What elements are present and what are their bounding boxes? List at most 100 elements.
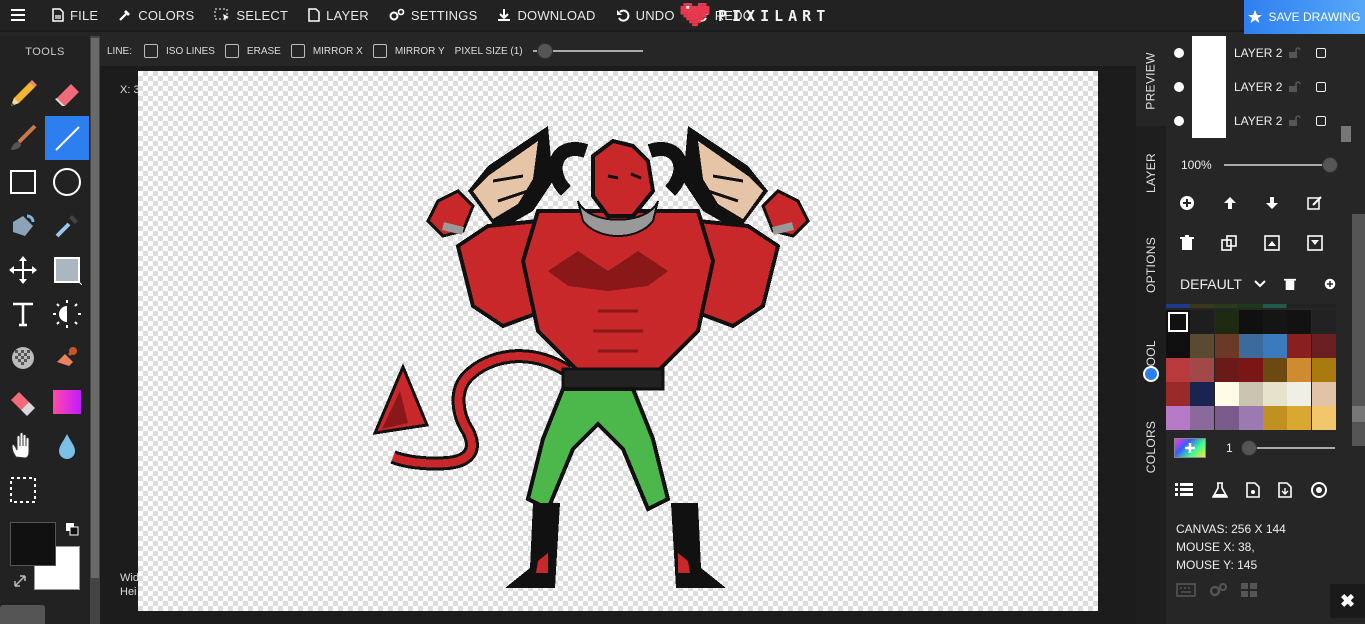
palette-swatch[interactable] [1263,334,1288,358]
menu-undo-button[interactable]: UNDO [606,0,685,31]
color-picker-tool[interactable] [45,204,89,248]
palette-swatch[interactable] [1311,406,1336,430]
hamburger-menu-button[interactable] [0,0,42,31]
palette-swatch[interactable] [1166,310,1190,334]
import-file-icon[interactable] [1246,482,1260,498]
color-replace-tool[interactable] [1,380,45,424]
brush-size-slider[interactable] [1240,440,1335,456]
brush-tool[interactable] [1,116,45,160]
palette-swatch[interactable] [1287,406,1312,430]
palette-swatch[interactable] [1166,334,1190,358]
layer-row[interactable]: LAYER 24 [1166,70,1336,104]
menu-file-button[interactable]: FILE [42,0,108,31]
palette-swatch[interactable] [1263,382,1288,406]
palette-swatch[interactable] [1238,406,1263,430]
palette-swatch[interactable] [1287,310,1312,334]
menu-select-button[interactable]: SELECT [204,0,298,31]
export-file-icon[interactable] [1278,482,1293,498]
layer-visibility-checkbox[interactable] [1316,82,1326,92]
erase-option[interactable]: ERASE [224,44,281,58]
layer-active-dot[interactable] [1174,48,1184,58]
merge-up-icon[interactable] [1263,235,1280,251]
tools-scrollbar[interactable] [90,36,100,624]
pixilart-logo[interactable]: PIXILART [680,0,830,32]
palette-swatch[interactable] [1287,358,1312,382]
merge-down-icon[interactable] [1306,235,1323,251]
palette-swatch[interactable] [1190,406,1215,430]
palette-swatch[interactable] [1190,358,1215,382]
menu-colors-button[interactable]: COLORS [108,0,204,31]
layer-visibility-checkbox[interactable] [1316,116,1326,126]
chevron-down-icon[interactable] [1254,280,1266,288]
opacity-slider[interactable] [1223,157,1338,173]
target-icon[interactable] [1310,482,1327,498]
droplet-tool[interactable] [45,424,89,468]
palette-name[interactable]: DEFAULT [1180,276,1242,292]
layer-active-dot[interactable] [1174,116,1184,126]
layer-row[interactable]: LAYER 25 [1166,36,1336,70]
palette-swatch[interactable] [1214,382,1239,406]
palette-swatch[interactable] [1311,334,1336,358]
iso-lines-checkbox[interactable] [144,44,159,58]
add-layer-icon[interactable] [1179,195,1195,211]
menu-settings-button[interactable]: SETTINGS [379,0,488,31]
list-icon[interactable] [1175,482,1194,498]
layer-visibility-checkbox[interactable] [1316,48,1326,58]
mirror-x-checkbox[interactable] [290,44,305,58]
rect-select-tool[interactable] [1,468,45,512]
palette-swatch[interactable] [1238,310,1263,334]
bottom-tab[interactable] [0,605,45,624]
layers-scrollbar[interactable] [1338,36,1352,148]
line-tool[interactable] [45,116,89,160]
palette-swatch[interactable] [1311,382,1336,406]
pixel-size-slider-knob[interactable] [536,43,553,59]
palette-swatch[interactable] [1166,406,1190,430]
palette-swatch[interactable] [1214,406,1239,430]
eraser-tool[interactable] [45,72,89,116]
circle-tool[interactable] [45,160,89,204]
palette-swatch[interactable] [1214,358,1239,382]
add-palette-icon[interactable] [1324,278,1336,290]
edit-layer-icon[interactable] [1307,195,1323,211]
rectangle-tool[interactable] [1,160,45,204]
palette-swatch[interactable] [1190,310,1215,334]
palette-swatch[interactable] [1287,334,1312,358]
mirror-y-option[interactable]: MIRROR Y [372,44,445,58]
tab-tool[interactable]: TOOL [1136,312,1166,402]
delete-palette-icon[interactable] [1283,277,1296,291]
layer-active-dot[interactable] [1174,82,1184,92]
menu-download-button[interactable]: DOWNLOAD [487,0,605,31]
brush-size-slider-knob[interactable] [1240,440,1257,456]
palette-swatch[interactable] [1166,358,1190,382]
dither-tool[interactable] [1,336,45,380]
iso-lines-option[interactable]: ISO LINES [144,44,215,58]
palette-swatch[interactable] [1287,382,1312,406]
palette-swatch[interactable] [1311,358,1336,382]
palette-swatch[interactable] [1263,406,1288,430]
move-layer-up-icon[interactable] [1222,195,1238,211]
palette-swatch[interactable] [1190,334,1215,358]
erase-checkbox[interactable] [224,44,239,58]
custom-color-button[interactable] [1174,438,1206,458]
stamp-tool[interactable] [45,336,89,380]
palette-swatch[interactable] [1263,310,1288,334]
save-drawing-button[interactable]: SAVE DRAWING [1244,0,1365,34]
tab-preview[interactable]: PREVIEW [1136,36,1166,126]
palette-swatch[interactable] [1214,310,1239,334]
settings-gears-icon[interactable] [1208,582,1228,598]
palette-swatch[interactable] [1166,382,1190,406]
palette-swatch[interactable] [1214,334,1239,358]
text-tool[interactable] [1,292,45,336]
drawing-canvas[interactable] [138,71,1098,611]
palette-swatch[interactable] [1238,334,1263,358]
right-panel-scrollbar[interactable] [1352,36,1365,624]
menu-layer-button[interactable]: LAYER [298,0,379,31]
tab-colors[interactable]: COLORS [1136,402,1166,492]
primary-color-overlay[interactable] [10,522,56,566]
palette-swatch[interactable] [1263,358,1288,382]
mirror-x-option[interactable]: MIRROR X [290,44,363,58]
pixel-size-slider[interactable] [532,43,643,59]
flask-icon[interactable] [1211,482,1228,498]
mirror-y-checkbox[interactable] [372,44,387,58]
pencil-tool[interactable] [1,72,45,116]
